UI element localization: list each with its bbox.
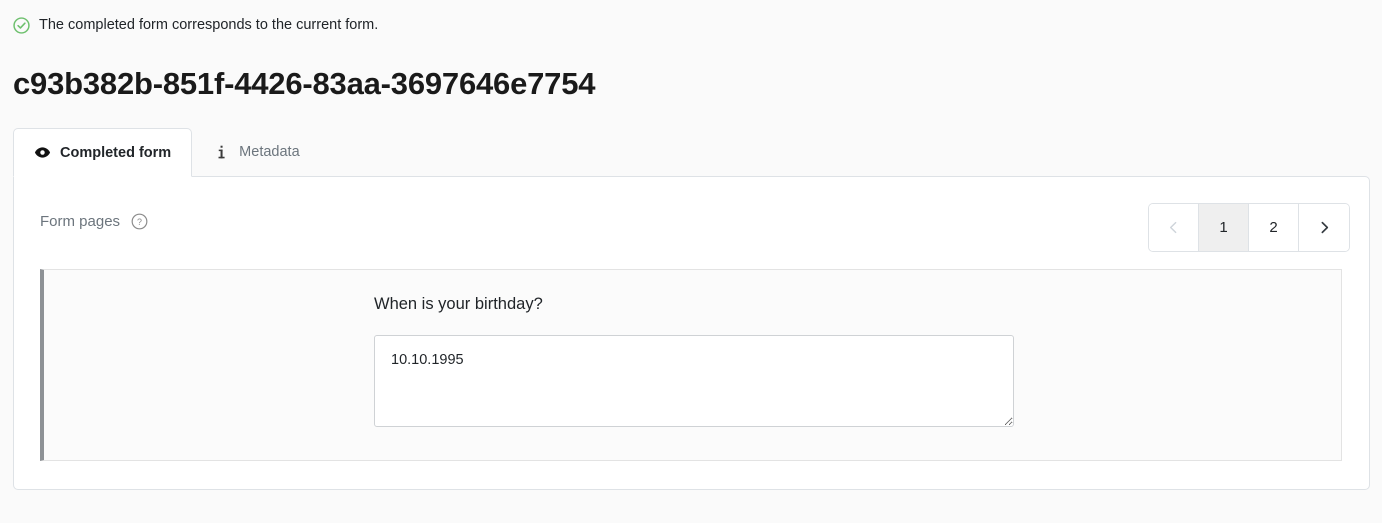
question-circle-icon[interactable]: ? (131, 213, 148, 230)
pagination: 1 2 (1148, 203, 1350, 252)
eye-icon (34, 147, 51, 158)
chevron-left-icon (1169, 221, 1177, 234)
form-answer-textarea[interactable] (374, 334, 1014, 427)
tab-completed-form[interactable]: Completed form (13, 128, 193, 177)
form-page-panel: When is your birthday? (40, 269, 1342, 461)
pagination-next-button[interactable] (1299, 204, 1349, 251)
info-icon (218, 145, 225, 158)
form-question-label: When is your birthday? (374, 295, 543, 313)
card-header: Form pages ? 1 2 (14, 177, 1369, 255)
tab-metadata[interactable]: Metadata (192, 128, 320, 176)
completed-form-card: Form pages ? 1 2 When is your birthday? … (13, 176, 1370, 490)
form-pages-header: Form pages ? (40, 213, 148, 230)
status-message: The completed form corresponds to the cu… (39, 16, 379, 33)
pagination-page-1[interactable]: 1 (1199, 204, 1249, 251)
pagination-prev-button[interactable] (1149, 204, 1199, 251)
tab-metadata-label: Metadata (239, 144, 300, 160)
tab-completed-form-label: Completed form (60, 144, 172, 161)
chevron-right-icon (1321, 221, 1328, 234)
status-banner: The completed form corresponds to the cu… (13, 13, 378, 37)
tab-strip: Completed form Metadata (13, 128, 321, 177)
form-pages-label: Form pages (40, 213, 121, 230)
svg-text:?: ? (137, 217, 142, 227)
check-circle-icon (13, 16, 30, 34)
form-question-block: When is your birthday? (374, 296, 1014, 427)
pagination-page-2[interactable]: 2 (1249, 204, 1299, 251)
page-title: c93b382b-851f-4426-83aa-3697646e7754 (13, 66, 596, 101)
